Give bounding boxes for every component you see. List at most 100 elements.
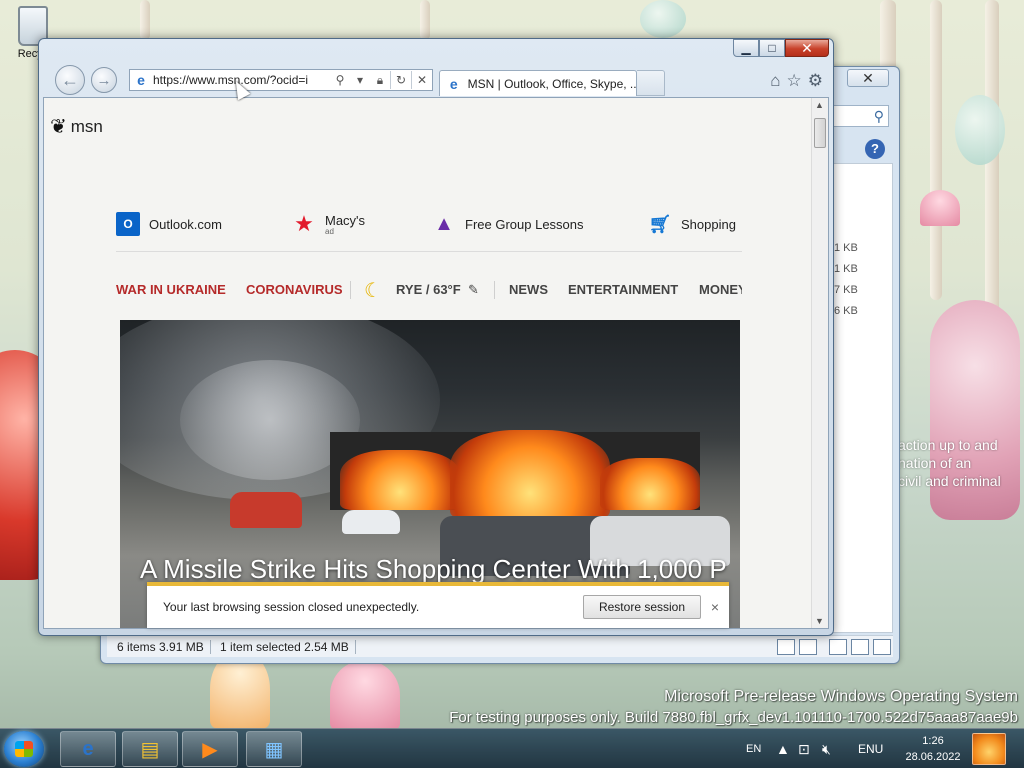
quicklink-macys[interactable]: ★ Macy's ad [292, 211, 365, 236]
quicklink-shopping[interactable]: 🛒︎ Shopping [648, 212, 736, 236]
graduation-cap-icon: ▲ [434, 212, 454, 235]
nav-entertainment[interactable]: ENTERTAINMENT [568, 282, 678, 297]
media-player-icon: ▶ [202, 738, 218, 761]
background-text: action up to and nation of an civil and … [898, 436, 1018, 490]
hero-fire [340, 450, 460, 510]
language-indicator[interactable]: EN [746, 729, 761, 768]
input-language[interactable]: ENU [858, 729, 883, 768]
category-nav: WAR IN UKRAINE CORONAVIRUS ☾ RYE / 63°F … [116, 278, 742, 302]
quicklink-label: Shopping [681, 216, 736, 232]
nav-coronavirus[interactable]: CORONAVIRUS [246, 282, 343, 297]
msn-logo[interactable]: ❦ msn [50, 114, 103, 139]
outlook-icon: O [116, 212, 140, 236]
address-bar[interactable]: e https://www.msn.com/?ocid=i ⚲ ▾ 🔒︎ ↻ ✕ [129, 69, 433, 91]
start-button[interactable] [4, 731, 44, 767]
close-icon[interactable]: × [701, 599, 729, 615]
page-viewport[interactable]: ❦ msn O Outlook.com ★ Macy's ad ▲ Free G… [43, 97, 829, 629]
nav-weather[interactable]: RYE / 63°F [396, 282, 461, 297]
hero-fire-truck [230, 492, 302, 528]
taskbar-clock[interactable]: 1:26 28.06.2022 [898, 733, 968, 765]
refresh-icon[interactable]: ↻ [391, 73, 411, 87]
edit-pencil-icon[interactable]: ✎ [468, 282, 479, 298]
pane-layout-icon[interactable] [851, 639, 869, 655]
file-size: 7 KB [834, 284, 858, 296]
taskbar-media-player[interactable]: ▶ [182, 731, 238, 767]
quicklink-free-group-lessons[interactable]: ▲ Free Group Lessons [432, 212, 584, 236]
ie-logo-icon: e [137, 72, 145, 88]
tools-gear-icon[interactable]: ⚙ [808, 71, 823, 91]
restore-message: Your last browsing session closed unexpe… [163, 600, 420, 614]
hero-car [342, 510, 400, 534]
file-size: 1 KB [834, 263, 858, 275]
background-text-line: nation of an [898, 455, 972, 471]
taskbar-control-panel[interactable]: ▦ [246, 731, 302, 767]
browser-toolbar: ⌂ ☆ ⚙ [770, 71, 823, 91]
restore-session-button[interactable]: Restore session [583, 595, 701, 619]
scroll-up-icon[interactable]: ▲ [815, 100, 824, 110]
weather-moon-icon: ☾ [364, 280, 382, 302]
clock-date: 28.06.2022 [905, 751, 961, 763]
ie-logo-icon: e [82, 737, 94, 760]
vertical-scrollbar[interactable]: ▲ ▼ [811, 98, 828, 628]
preview-view-icon[interactable] [799, 639, 817, 655]
volume-muted-icon[interactable]: 🔇︎ [822, 729, 831, 768]
search-icon[interactable]: ⚲ [330, 73, 350, 87]
file-size: 6 KB [834, 305, 858, 317]
folder-icon: ▤ [140, 738, 160, 761]
nav-news[interactable]: NEWS [509, 282, 548, 297]
ie-logo-icon: e [449, 75, 458, 92]
nav-divider [494, 281, 495, 299]
scrollbar-thumb[interactable] [814, 118, 826, 148]
quicklink-label: Macy's [325, 212, 366, 228]
show-hidden-icons-icon[interactable]: ▲ [776, 729, 790, 768]
control-panel-icon: ▦ [264, 738, 284, 761]
stop-icon[interactable]: ✕ [412, 73, 432, 87]
shopping-cart-icon: 🛒︎ [648, 213, 672, 234]
taskbar-explorer[interactable]: ▤ [122, 731, 178, 767]
file-size: 1 KB [834, 242, 858, 254]
background-text-line: civil and criminal [898, 473, 1001, 489]
window-caption-buttons: ▁ □ ✕ [733, 39, 829, 57]
maximize-button[interactable]: □ [759, 39, 785, 57]
ad-badge: ad [325, 226, 334, 236]
home-icon[interactable]: ⌂ [770, 71, 780, 91]
clock-time: 1:26 [922, 735, 944, 747]
lock-icon[interactable]: 🔒︎ [370, 73, 390, 88]
minimize-button[interactable]: ▁ [733, 39, 759, 57]
forward-button[interactable]: → [91, 67, 117, 93]
tab-msn[interactable]: e MSN | Outlook, Office, Skype, ... [439, 70, 637, 96]
nav-money[interactable]: MONEY [699, 282, 742, 297]
nav-divider [350, 281, 351, 299]
explorer-file-list[interactable]: 1 KB 1 KB 7 KB 6 KB [829, 163, 893, 633]
quicklink-text-group: Macy's ad [325, 213, 365, 236]
network-icon[interactable]: ⊡ [798, 729, 810, 768]
pane-layout-icon[interactable] [873, 639, 891, 655]
macys-star-icon: ★ [294, 211, 314, 236]
status-item-count: 6 items 3.91 MB [111, 640, 211, 654]
favorites-star-icon[interactable]: ☆ [787, 71, 802, 91]
hero-fire [450, 430, 610, 520]
internet-explorer-window[interactable]: ▁ □ ✕ ← → e https://www.msn.com/?ocid=i … [38, 38, 834, 636]
hero-fire [600, 458, 700, 510]
quicklink-outlook[interactable]: O Outlook.com [116, 212, 222, 236]
details-view-icon[interactable] [777, 639, 795, 655]
scroll-down-icon[interactable]: ▼ [815, 616, 824, 626]
msn-logo-text: msn [70, 116, 103, 136]
back-button[interactable]: ← [55, 65, 85, 95]
help-icon[interactable]: ? [865, 139, 885, 159]
pane-layout-icon[interactable] [829, 639, 847, 655]
explorer-close-button[interactable]: ✕ [847, 69, 889, 87]
hero-headline[interactable]: A Missile Strike Hits Shopping Center Wi… [140, 554, 727, 585]
taskbar-internet-explorer[interactable]: e [60, 731, 116, 767]
taskbar: e ▤ ▶ ▦ EN ▲ ⊡ 🔇︎ ENU 1:26 28.06.2022 [0, 728, 1024, 768]
tab-title: MSN | Outlook, Office, Skype, ... [467, 76, 636, 91]
watermark-line-2: For testing purposes only. Build 7880.fb… [449, 709, 1018, 726]
new-tab-button[interactable] [637, 70, 665, 96]
dropdown-arrow-icon[interactable]: ▾ [350, 73, 370, 87]
watermark-line-1: Microsoft Pre-release Windows Operating … [664, 688, 1018, 705]
quicklink-label: Free Group Lessons [465, 216, 584, 232]
explorer-search-box[interactable]: ⚲ [829, 105, 889, 127]
show-desktop-button[interactable] [972, 733, 1006, 765]
close-button[interactable]: ✕ [785, 39, 829, 57]
nav-war-in-ukraine[interactable]: WAR IN UKRAINE [116, 282, 226, 297]
